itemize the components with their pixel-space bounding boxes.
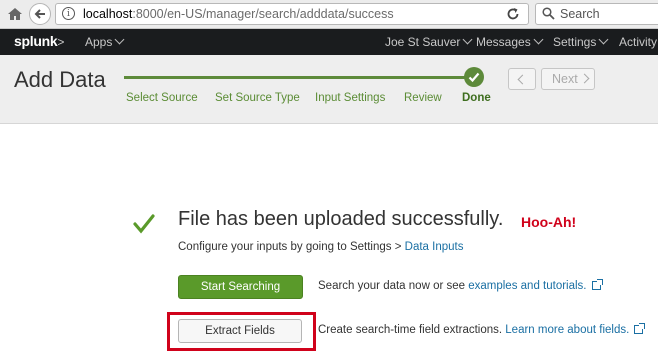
learn-more-fields-link[interactable]: Learn more about fields. xyxy=(505,324,629,336)
home-icon[interactable] xyxy=(7,6,23,22)
external-link-icon[interactable] xyxy=(591,279,603,290)
check-icon xyxy=(468,72,480,83)
search-placeholder: Search xyxy=(560,7,600,21)
step-done: Done xyxy=(462,92,491,104)
chevron-down-icon xyxy=(533,34,544,45)
chevron-down-icon xyxy=(462,34,473,45)
step-select-source: Select Source xyxy=(126,92,198,104)
chevron-down-icon xyxy=(114,34,125,45)
step-input-settings: Input Settings xyxy=(315,92,386,104)
search-description: Search your data now or see examples and… xyxy=(318,279,603,292)
search-icon xyxy=(542,7,555,20)
data-inputs-link[interactable]: Data Inputs xyxy=(405,241,464,253)
chevron-down-icon xyxy=(598,34,609,45)
examples-tutorials-link[interactable]: examples and tutorials. xyxy=(468,280,586,292)
extract-fields-button[interactable]: Extract Fields xyxy=(178,319,302,343)
chevron-left-icon xyxy=(517,74,528,85)
step-set-source-type: Set Source Type xyxy=(215,92,300,104)
back-button[interactable] xyxy=(29,3,51,25)
nav-settings[interactable]: Settings xyxy=(553,34,609,49)
next-button[interactable]: Next xyxy=(541,68,595,90)
external-link-icon[interactable] xyxy=(634,323,646,334)
start-searching-button[interactable]: Start Searching xyxy=(178,275,303,299)
progress-track xyxy=(124,76,474,79)
page-title: Add Data xyxy=(14,67,106,92)
browser-toolbar: i localhost:8000/en-US/manager/search/ad… xyxy=(0,0,658,29)
reload-icon[interactable] xyxy=(506,7,520,21)
arrow-left-icon xyxy=(34,9,45,19)
annotation-text: Hoo-Ah! xyxy=(521,214,577,230)
success-check-icon xyxy=(133,214,155,234)
nav-user[interactable]: Joe St Sauver xyxy=(385,34,473,49)
nav-activity[interactable]: Activity xyxy=(619,35,657,49)
chevron-right-icon xyxy=(579,73,590,84)
nav-messages[interactable]: Messages xyxy=(476,34,544,49)
info-icon[interactable]: i xyxy=(62,7,75,20)
nav-apps[interactable]: Apps xyxy=(85,34,125,49)
done-step-indicator xyxy=(464,67,484,87)
success-heading: File has been uploaded successfully. xyxy=(178,208,504,230)
step-review: Review xyxy=(404,92,442,104)
address-bar[interactable]: i localhost:8000/en-US/manager/search/ad… xyxy=(55,3,529,25)
splunk-logo[interactable]: splunk> xyxy=(14,33,64,49)
extract-description: Create search-time field extractions. Le… xyxy=(318,323,646,336)
previous-button[interactable] xyxy=(508,68,536,90)
add-data-wizard-header: Add Data Select Source Set Source Type I… xyxy=(0,55,658,124)
url-text[interactable]: localhost:8000/en-US/manager/search/addd… xyxy=(83,7,394,21)
splunk-top-nav: splunk> Apps Joe St Sauver Messages Sett… xyxy=(0,29,658,55)
configure-inputs-text: Configure your inputs by going to Settin… xyxy=(178,241,464,253)
browser-search-field[interactable]: Search xyxy=(535,3,658,25)
